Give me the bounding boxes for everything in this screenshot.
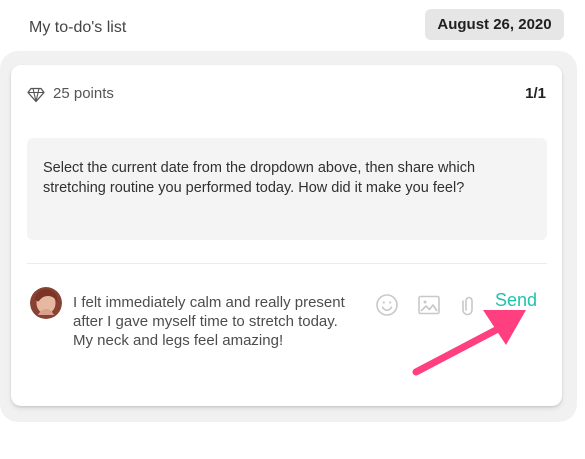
points-label: 25 points (53, 85, 114, 102)
arrow-icon (412, 310, 526, 376)
points-row: 25 points 1/1 (27, 83, 546, 107)
reply-input[interactable]: I felt immediately calm and really prese… (73, 293, 361, 350)
date-dropdown[interactable]: August 26, 2020 (425, 9, 564, 40)
avatar-image (30, 287, 62, 319)
diamond-icon (27, 87, 45, 103)
prompt-box: Select the current date from the dropdow… (27, 138, 547, 240)
emoji-icon[interactable] (375, 293, 399, 317)
page-title: My to-do's list (29, 19, 127, 36)
avatar (30, 287, 62, 319)
page-counter: 1/1 (525, 85, 546, 102)
divider (27, 263, 547, 264)
